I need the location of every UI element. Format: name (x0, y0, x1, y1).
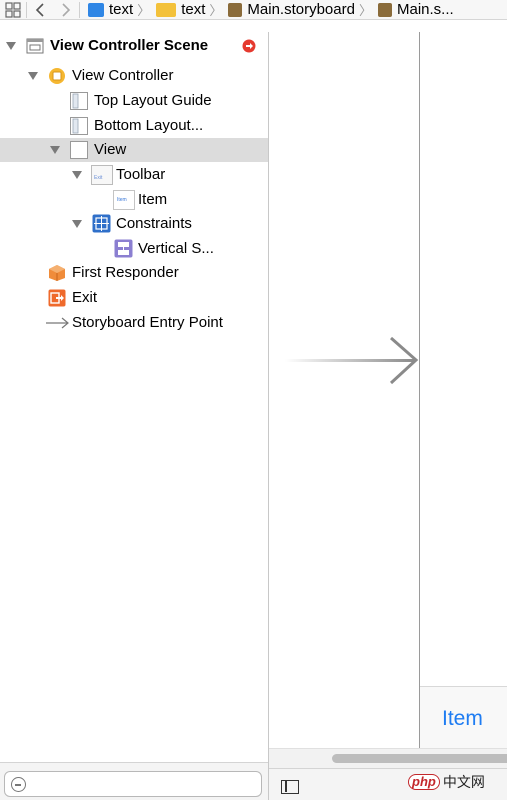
forward-chevron-icon[interactable] (53, 0, 79, 19)
horizontal-scrollbar[interactable] (269, 748, 507, 768)
disclosure-triangle-icon[interactable] (50, 146, 60, 154)
outline-row-bottom-layout-guide[interactable]: Bottom Layout... (0, 114, 268, 138)
outline-row-toolbar[interactable]: Exit Toolbar (0, 163, 268, 187)
outline-filter-bar (0, 762, 268, 800)
layout-guide-icon (69, 91, 89, 111)
bar-button-item-icon: Item (113, 190, 135, 210)
outline-filter-field[interactable] (4, 771, 262, 797)
outline-row-item[interactable]: Item Item (0, 188, 268, 212)
outline-row-scene[interactable]: View Controller Scene (0, 34, 268, 58)
toolbar-label: Toolbar (116, 166, 166, 183)
bottom-layout-guide-label: Bottom Layout... (94, 117, 204, 134)
disclosure-triangle-icon[interactable] (28, 72, 38, 80)
scrollbar-thumb[interactable] (332, 754, 507, 763)
watermark-text: 中文网 (442, 774, 485, 790)
disclosure-triangle-icon[interactable] (72, 171, 82, 179)
back-chevron-icon[interactable] (27, 0, 53, 19)
entry-point-arrow-icon (46, 315, 70, 331)
watermark-logo: php (408, 774, 440, 790)
related-items-icon[interactable] (0, 0, 26, 19)
breadcrumb-folder[interactable]: text 〉 (156, 0, 228, 19)
outline-row-view-controller[interactable]: View Controller (0, 64, 268, 88)
filter-icon (11, 777, 26, 792)
jump-bar: text 〉 text 〉 Main.storyboard 〉 Main.s..… (0, 0, 507, 20)
first-responder-label: First Responder (72, 264, 179, 281)
view-controller-label: View Controller (72, 67, 174, 84)
entry-point-arrow-icon (285, 336, 419, 385)
view-controller-frame[interactable] (419, 32, 420, 748)
outline-row-first-responder[interactable]: First Responder (0, 261, 268, 285)
toolbar-icon-text: Exit (94, 175, 103, 181)
scene-icon (26, 37, 44, 55)
top-layout-guide-label: Top Layout Guide (94, 92, 212, 109)
warning-badge-icon[interactable] (242, 39, 256, 53)
entry-point-label: Storyboard Entry Point (72, 314, 223, 331)
breadcrumb-project[interactable]: text 〉 (88, 0, 156, 19)
disclosure-triangle-icon[interactable] (72, 220, 82, 228)
project-file-icon (88, 2, 104, 17)
storyboard-file-icon (377, 2, 392, 17)
folder-icon (156, 2, 177, 17)
toolbar-icon: Exit (91, 165, 113, 185)
exit-icon (48, 289, 66, 307)
layout-guide-icon (69, 116, 89, 136)
item-icon-text: Item (117, 197, 127, 203)
view-label: View (94, 141, 127, 158)
breadcrumb-label: text (181, 1, 206, 18)
constraint-icon (114, 239, 133, 258)
breadcrumb-storyboard-base[interactable]: Main.s... (377, 0, 454, 19)
breadcrumb-separator: 〉 (137, 3, 151, 18)
sidebar-toggle-icon[interactable] (281, 780, 299, 794)
outline-row-vertical-spacing[interactable]: Vertical S... (0, 237, 268, 261)
scene-label: View Controller Scene (50, 37, 209, 54)
vertical-spacing-label: Vertical S... (138, 240, 214, 257)
view-icon (69, 140, 89, 160)
constraints-label: Constraints (116, 215, 192, 232)
breadcrumb-label: Main.storyboard (247, 1, 355, 18)
storyboard-canvas[interactable] (269, 32, 507, 800)
item-label: Item (138, 191, 168, 208)
storyboard-file-icon (228, 2, 243, 17)
breadcrumb-separator: 〉 (209, 3, 223, 18)
outline-row-constraints[interactable]: Constraints (0, 212, 268, 236)
outline-row-view[interactable]: View (0, 138, 268, 162)
jumpbar-divider (79, 1, 80, 18)
document-outline: View Controller Scene View Controller To… (0, 32, 268, 762)
disclosure-triangle-icon[interactable] (6, 42, 16, 50)
breadcrumb-label: Main.s... (396, 1, 454, 18)
view-controller-icon (48, 67, 66, 85)
breadcrumb-storyboard[interactable]: Main.storyboard 〉 (228, 0, 378, 19)
toolbar-item-button[interactable]: Item (442, 707, 483, 731)
canvas-toolbar[interactable]: Item (420, 686, 507, 748)
breadcrumb-label: text (109, 1, 134, 18)
breadcrumb-separator: 〉 (358, 3, 372, 18)
outline-row-exit[interactable]: Exit (0, 286, 268, 310)
outline-row-top-layout-guide[interactable]: Top Layout Guide (0, 89, 268, 113)
site-watermark: php 中文网 (408, 772, 485, 792)
first-responder-icon (48, 264, 66, 282)
constraints-icon (92, 214, 111, 233)
outline-row-entry-point[interactable]: Storyboard Entry Point (0, 311, 268, 335)
exit-label: Exit (72, 289, 98, 306)
